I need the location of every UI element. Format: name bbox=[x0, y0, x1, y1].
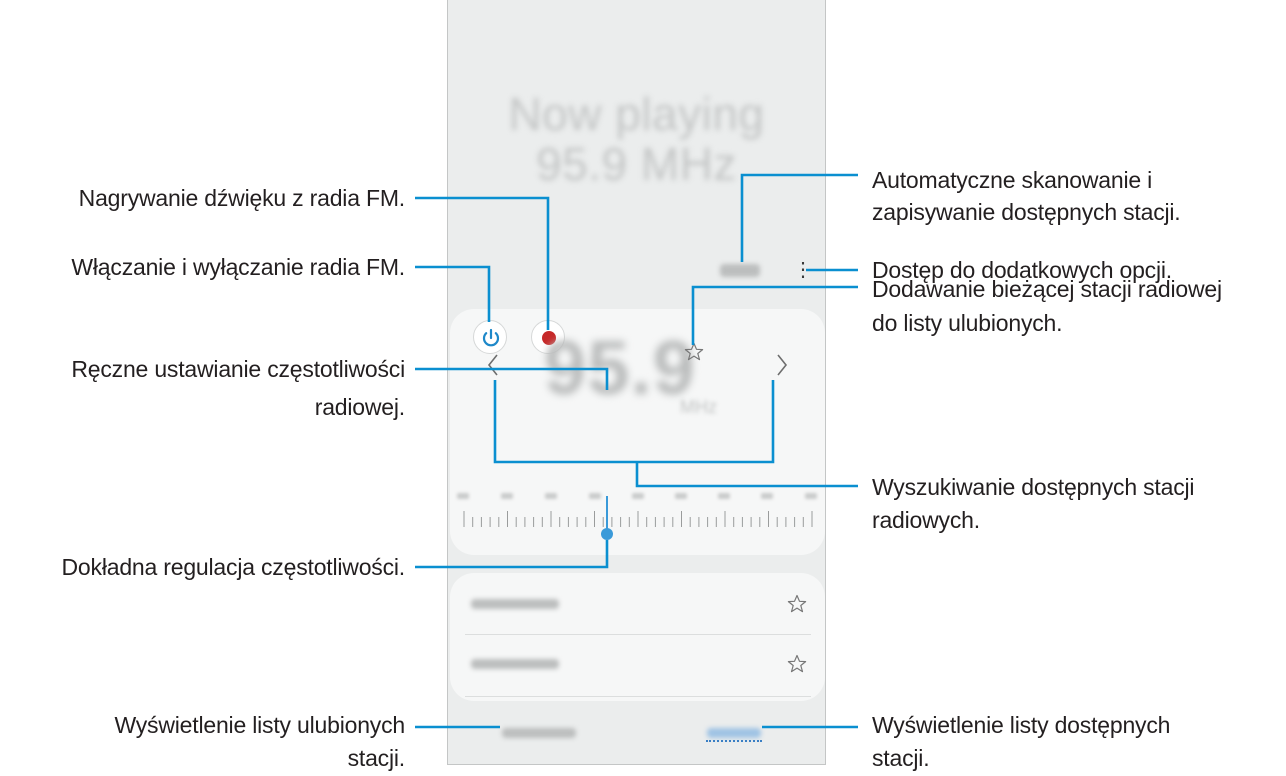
callout-text: Wyświetlenie listy ulubionych bbox=[114, 712, 405, 738]
tab-favourites[interactable] bbox=[502, 728, 576, 738]
callout-search: Wyszukiwanie dostępnych stacji radiowych… bbox=[872, 471, 1195, 537]
callout-text: Wyszukiwanie dostępnych stacji bbox=[872, 474, 1195, 500]
tab-stations-indicator bbox=[706, 740, 762, 742]
callout-add-favourite: Dodawanie bieżącej stacji radiowej do li… bbox=[872, 272, 1222, 340]
chevron-left-icon[interactable] bbox=[486, 353, 500, 377]
callout-record: Nagrywanie dźwięku z radia FM. bbox=[78, 182, 406, 214]
current-frequency[interactable]: 95.9 bbox=[544, 325, 696, 412]
scan-button[interactable] bbox=[720, 264, 760, 277]
callout-text: stacji. bbox=[872, 745, 930, 771]
more-options-icon[interactable]: ⋮ bbox=[793, 257, 813, 283]
star-outline-icon[interactable] bbox=[787, 654, 807, 674]
star-outline-icon[interactable] bbox=[787, 594, 807, 614]
list-item[interactable] bbox=[471, 599, 559, 609]
callout-manual-tuning: Ręczne ustawianie częstotliwości radiowe… bbox=[71, 350, 405, 426]
tab-stations[interactable] bbox=[707, 728, 761, 738]
scale-ticks bbox=[463, 511, 813, 527]
callout-text: radiowej. bbox=[314, 394, 405, 420]
callout-text: Ręczne ustawianie częstotliwości bbox=[71, 356, 405, 382]
star-outline-icon[interactable] bbox=[684, 342, 704, 362]
callout-text: Włączanie i wyłączanie radia FM. bbox=[71, 254, 405, 280]
frequency-unit: MHz bbox=[680, 397, 717, 417]
list-item[interactable] bbox=[471, 659, 559, 669]
station-list-card bbox=[450, 573, 825, 701]
tuning-handle[interactable] bbox=[601, 528, 613, 540]
callout-text: zapisywanie dostępnych stacji. bbox=[872, 199, 1181, 225]
now-playing-title: Now playing bbox=[508, 88, 765, 140]
callout-text: Dokładna regulacja częstotliwości. bbox=[61, 554, 406, 580]
callout-text: stacji. bbox=[347, 745, 406, 771]
callout-text: Wyświetlenie listy dostępnych bbox=[872, 712, 1171, 738]
radio-app-screen: Now playing 95.9 MHz ⋮ 95.9 MHz bbox=[447, 0, 826, 765]
list-divider bbox=[465, 634, 811, 635]
callout-fine-tuning: Dokładna regulacja częstotliwości. bbox=[61, 551, 406, 583]
power-icon bbox=[482, 328, 500, 347]
chevron-right-icon[interactable] bbox=[775, 353, 789, 377]
callout-text: do listy ulubionych. bbox=[872, 310, 1063, 336]
callout-text: Nagrywanie dźwięku z radia FM. bbox=[78, 185, 406, 211]
tuning-scale[interactable] bbox=[448, 479, 826, 549]
power-button[interactable] bbox=[473, 320, 507, 354]
callout-text: radiowych. bbox=[872, 507, 980, 533]
callout-scan: Automatyczne skanowanie i zapisywanie do… bbox=[872, 164, 1181, 228]
now-playing-frequency: 95.9 MHz bbox=[536, 138, 737, 190]
callout-text: Automatyczne skanowanie i bbox=[872, 167, 1153, 193]
manual-figure: Now playing 95.9 MHz ⋮ 95.9 MHz Nagrywan… bbox=[0, 0, 1286, 776]
callout-text: Dodawanie bieżącej stacji radiowej bbox=[872, 276, 1222, 302]
callout-favourites-tab: Wyświetlenie listy ulubionych stacji. bbox=[114, 709, 405, 775]
list-divider bbox=[465, 696, 811, 697]
callout-stations-tab: Wyświetlenie listy dostępnych stacji. bbox=[872, 709, 1170, 775]
callout-power: Włączanie i wyłączanie radia FM. bbox=[71, 251, 405, 283]
